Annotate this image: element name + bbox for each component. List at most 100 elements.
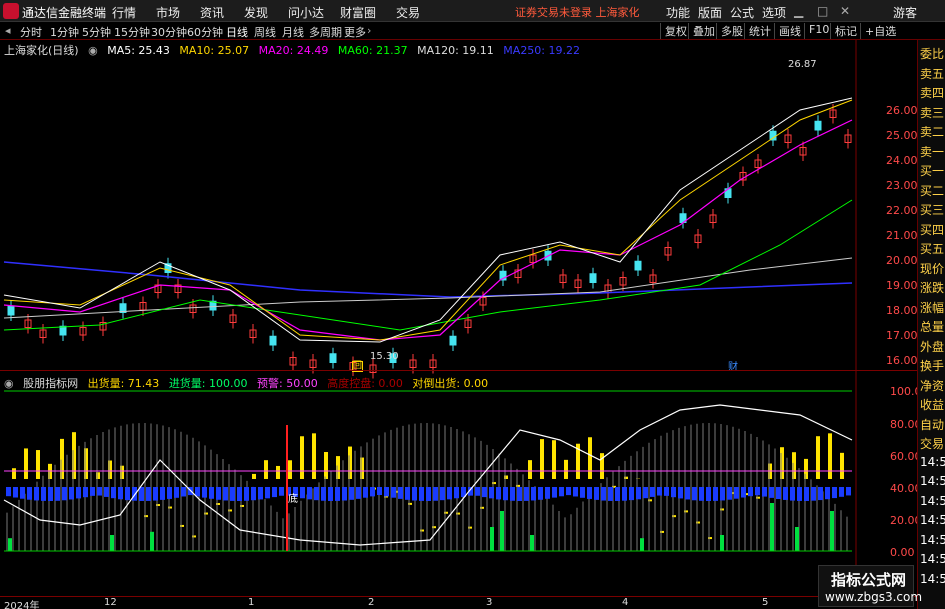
inflow-bar	[720, 535, 724, 551]
buy-volume-bar	[482, 487, 487, 498]
ma60-line	[3, 199, 853, 331]
buy-volume-bar	[608, 487, 613, 501]
candle-body	[634, 260, 642, 271]
buy-volume-bar	[167, 487, 172, 499]
sidebar-item[interactable]: 现价	[920, 260, 944, 277]
sidebar-item[interactable]: 14:56	[920, 474, 945, 488]
sidebar-item[interactable]: 交易	[920, 435, 944, 452]
buy-volume-bar	[587, 487, 592, 499]
sell-volume-bar	[24, 448, 28, 479]
xtick: 4	[622, 597, 629, 608]
sidebar-item[interactable]: 卖一	[920, 143, 944, 160]
buy-volume-bar	[545, 487, 550, 499]
buy-volume-bar	[832, 487, 837, 499]
sell-volume-bar	[36, 450, 40, 479]
buy-volume-bar	[405, 487, 410, 500]
buy-volume-bar	[153, 487, 158, 501]
sidebar-item[interactable]: 总量	[920, 318, 944, 335]
buy-volume-bar	[83, 487, 88, 498]
buy-volume-bar	[769, 487, 774, 498]
indicator-warning: 预警: 50.00	[257, 377, 318, 390]
ytick: 18.00	[886, 304, 918, 317]
buy-volume-bar	[825, 487, 830, 500]
buy-volume-bar	[657, 487, 662, 496]
sidebar-item[interactable]: 14:56	[920, 533, 945, 547]
buy-volume-bar	[636, 487, 641, 500]
buy-volume-bar	[391, 487, 396, 498]
candle-body	[7, 305, 15, 316]
sidebar-item[interactable]: 自动	[920, 416, 944, 433]
inflow-bar	[770, 503, 774, 551]
sidebar-item[interactable]: 涨跌	[920, 279, 944, 296]
sell-volume-bar	[816, 436, 820, 479]
indicator-name[interactable]: 股朋指标网	[23, 377, 78, 390]
sidebar-item[interactable]: 14:56	[920, 572, 945, 586]
sidebar-item[interactable]: 卖二	[920, 123, 944, 140]
ma250-line	[3, 261, 853, 298]
sidebar-item[interactable]: 卖三	[920, 104, 944, 121]
buy-volume-bar	[713, 487, 718, 501]
sidebar-item[interactable]: 买三	[920, 201, 944, 218]
buy-volume-bar	[181, 487, 186, 497]
buy-volume-bar	[804, 487, 809, 501]
sidebar-item[interactable]: 买二	[920, 182, 944, 199]
buy-volume-bar	[580, 487, 585, 498]
sidebar-item[interactable]: 买四	[920, 221, 944, 238]
buy-volume-bar	[720, 487, 725, 501]
sidebar-item[interactable]: 14:56	[920, 494, 945, 508]
buy-volume-bar	[363, 487, 368, 498]
buy-volume-bar	[174, 487, 179, 498]
sell-volume-bar	[324, 452, 328, 479]
buy-volume-bar	[398, 487, 403, 499]
sidebar-item[interactable]: 卖五	[920, 65, 944, 82]
sidebar-item[interactable]: 委比	[920, 45, 944, 62]
inflow-bar	[830, 511, 834, 551]
ytick: 19.00	[886, 279, 918, 292]
indicator-settings-icon[interactable]: ◉	[4, 377, 14, 390]
buy-volume-bar	[76, 487, 81, 499]
sidebar-item[interactable]: 14:56	[920, 513, 945, 527]
sidebar-item[interactable]: 14:56	[920, 455, 945, 469]
buy-volume-bar	[251, 487, 256, 501]
xtick: 12	[104, 597, 117, 608]
ytick: 16.00	[886, 354, 918, 367]
buy-volume-bar	[272, 487, 277, 498]
buy-volume-bar	[412, 487, 417, 501]
buy-volume-bar	[524, 487, 529, 501]
buy-volume-bar	[762, 487, 767, 497]
buy-volume-bar	[104, 487, 109, 497]
ytick: 0.00	[890, 546, 915, 559]
sidebar-item[interactable]: 14:56	[920, 552, 945, 566]
buy-volume-bar	[489, 487, 494, 499]
buy-volume-bar	[531, 487, 536, 501]
inflow-bar	[150, 531, 154, 551]
sidebar-item[interactable]: 卖四	[920, 84, 944, 101]
buy-volume-bar	[20, 487, 25, 499]
buy-volume-bar	[48, 487, 53, 501]
buy-volume-bar	[573, 487, 578, 497]
xtick: 1	[248, 597, 255, 608]
sidebar-item[interactable]: 买一	[920, 162, 944, 179]
sidebar-item[interactable]: 净资	[920, 377, 944, 394]
buy-volume-bar	[111, 487, 116, 499]
sell-volume-bar	[264, 460, 268, 479]
buy-volume-bar	[818, 487, 823, 501]
sidebar-item[interactable]: 涨幅	[920, 299, 944, 316]
ytick: 23.00	[886, 179, 918, 192]
sidebar-item[interactable]: 买五	[920, 240, 944, 257]
buy-volume-bar	[755, 487, 760, 496]
buy-volume-bar	[384, 487, 389, 497]
indicator-wash-sale: 对倒出货: 0.00	[412, 377, 489, 390]
buy-volume-bar	[447, 487, 452, 500]
sidebar-item[interactable]: 外盘	[920, 338, 944, 355]
buy-volume-bar	[727, 487, 732, 500]
sell-volume-bar	[564, 459, 568, 479]
sell-volume-bar	[252, 473, 256, 479]
buy-volume-bar	[342, 487, 347, 501]
inflow-bar	[530, 535, 534, 551]
buy-volume-bar	[139, 487, 144, 501]
buy-volume-bar	[125, 487, 130, 501]
ma20-line	[3, 119, 853, 341]
sidebar-item[interactable]: 收益	[920, 396, 944, 413]
sidebar-item[interactable]: 换手	[920, 357, 944, 374]
